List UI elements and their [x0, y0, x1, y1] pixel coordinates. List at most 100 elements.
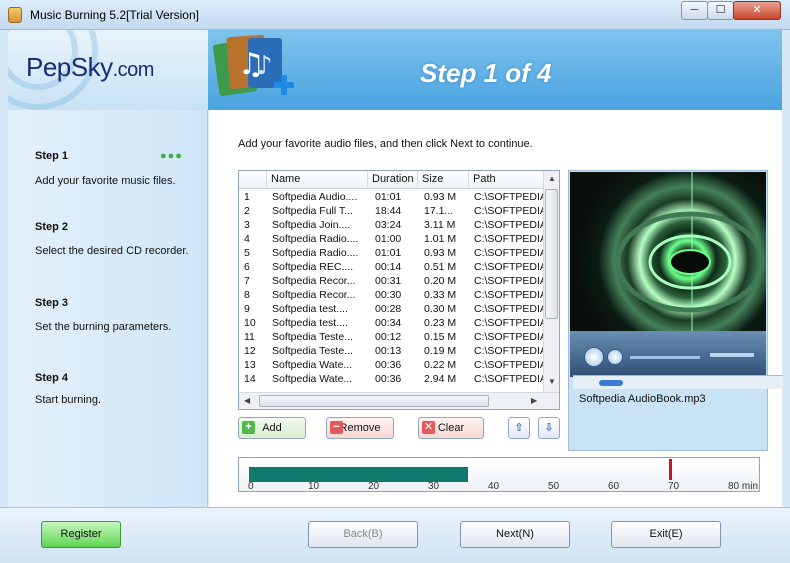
- close-button[interactable]: ✕: [733, 1, 781, 20]
- column-header-name[interactable]: Name: [267, 171, 368, 189]
- column-header-size[interactable]: Size: [418, 171, 469, 189]
- register-button[interactable]: Register: [41, 521, 121, 548]
- table-row[interactable]: 1 Softpedia Audio.... 01:01 0.93 M C:\SOFTPE…: [239, 190, 545, 204]
- table-row[interactable]: 9 Softpedia test.... 00:28 0.30 M C:\SOFTPED…: [239, 302, 545, 316]
- row-index: 11: [244, 331, 255, 343]
- audio-file-list[interactable]: Name Duration Size Path 1 Softpedia Audio…: [238, 170, 560, 410]
- horizontal-scrollbar[interactable]: ◀ ▶: [239, 392, 559, 409]
- file-size: 0.19 M: [424, 345, 457, 357]
- row-index: 3: [244, 219, 250, 231]
- table-row[interactable]: 4 Softpedia Radio.... 01:00 1.01 M C:\SOFTPE…: [239, 232, 545, 246]
- table-row[interactable]: 6 Softpedia REC.... 00:14 0.51 M C:\SOFTPEDI…: [239, 260, 545, 274]
- table-row[interactable]: 2 Softpedia Full T... 18:44 17.1... C:\SOFTP…: [239, 204, 545, 218]
- scroll-left-icon[interactable]: ◀: [244, 396, 250, 405]
- horizontal-scroll-thumb[interactable]: [259, 395, 489, 407]
- column-header-duration[interactable]: Duration: [368, 171, 418, 189]
- next-button[interactable]: Next(N): [460, 521, 570, 548]
- file-duration: 00:36: [375, 359, 402, 371]
- table-row[interactable]: 7 Softpedia Recor... 00:31 0.20 M C:\SOFTPED…: [239, 274, 545, 288]
- table-row[interactable]: 10 Softpedia test.... 00:34 0.23 M C:\SOFTPE…: [239, 316, 545, 330]
- header-banner: PepSky.com ♫ ♪ Step 1 of 4: [8, 30, 782, 110]
- file-name: Softpedia test....: [272, 303, 348, 315]
- scroll-down-icon[interactable]: ▼: [548, 377, 556, 386]
- table-row[interactable]: 13 Softpedia Wate... 00:36 0.22 M C:\SOFTPED…: [239, 358, 545, 372]
- window-title: Music Burning 5.2[Trial Version]: [30, 8, 199, 22]
- move-up-button[interactable]: ⇧: [508, 417, 530, 439]
- app-window: Music Burning 5.2[Trial Version] ─ ☐ ✕ P…: [0, 0, 790, 563]
- table-row[interactable]: 14 Softpedia Wate... 00:36 2.94 M C:\SOFTPED…: [239, 372, 545, 386]
- back-button[interactable]: Back(B): [308, 521, 418, 548]
- file-size: 0.93 M: [424, 191, 457, 203]
- media-preview: Softpedia AudioBook.mp3: [568, 170, 783, 451]
- stop-button[interactable]: [607, 349, 623, 365]
- remove-label: Remove: [339, 422, 381, 434]
- volume-slider[interactable]: [710, 353, 754, 357]
- minimize-button[interactable]: ─: [681, 1, 708, 20]
- file-size: 0.93 M: [424, 247, 457, 259]
- remove-icon: −: [330, 421, 343, 434]
- file-size: 17.1...: [424, 205, 454, 217]
- add-button[interactable]: + Add: [238, 417, 306, 439]
- step-4-title: Step 4: [35, 372, 69, 384]
- row-index: 4: [244, 233, 250, 245]
- row-index: 10: [244, 317, 256, 329]
- table-row[interactable]: 11 Softpedia Teste... 00:12 0.15 M C:\SOFTPE…: [239, 330, 545, 344]
- now-playing-file: Softpedia AudioBook.mp3: [579, 393, 706, 405]
- instruction-text: Add your favorite audio files, and then …: [238, 138, 533, 150]
- file-duration: 01:01: [375, 247, 402, 259]
- file-duration: 00:12: [375, 331, 402, 343]
- step-heading: Step 1 of 4: [420, 58, 552, 88]
- file-size: 0.33 M: [424, 289, 457, 301]
- file-path: C:\SOFTPEDIA: [474, 373, 544, 385]
- vertical-scroll-thumb[interactable]: [545, 189, 558, 319]
- play-button[interactable]: [584, 347, 604, 367]
- clear-icon: ✕: [422, 421, 435, 434]
- logo-main: PepSky: [26, 52, 113, 82]
- column-header-path[interactable]: Path: [469, 171, 545, 189]
- row-index: 9: [244, 303, 250, 315]
- table-row[interactable]: 5 Softpedia Radio.... 01:01 0.93 M C:\SOFTPE…: [239, 246, 545, 260]
- file-duration: 00:14: [375, 261, 402, 273]
- ruler-tick-label: 70: [668, 481, 680, 492]
- file-name: Softpedia Wate...: [272, 373, 353, 385]
- clear-button[interactable]: ✕ Clear: [418, 417, 484, 439]
- move-down-button[interactable]: ⇩: [538, 417, 560, 439]
- exit-button[interactable]: Exit(E): [611, 521, 721, 548]
- used-time-bar: [249, 467, 468, 482]
- file-size: 0.15 M: [424, 331, 457, 343]
- file-size: 0.22 M: [424, 359, 457, 371]
- vertical-scrollbar[interactable]: ▲ ▼: [543, 171, 559, 393]
- scroll-up-icon[interactable]: ▲: [548, 174, 556, 183]
- seek-track[interactable]: [630, 356, 700, 359]
- file-name: Softpedia Teste...: [272, 345, 353, 357]
- file-path: C:\SOFTPEDIA: [474, 191, 544, 203]
- table-row[interactable]: 8 Softpedia Recor... 00:30 0.33 M C:\SOFTPED…: [239, 288, 545, 302]
- scroll-right-icon[interactable]: ▶: [531, 396, 537, 405]
- table-row[interactable]: 3 Softpedia Join.... 03:24 3.11 M C:\SOFTPED…: [239, 218, 545, 232]
- progress-strip[interactable]: [573, 375, 783, 389]
- disc-capacity-ruler: 0 10 20 30 40 50 60 70 80 min: [238, 457, 760, 492]
- wizard-footer: Register Back(B) Next(N) Exit(E): [0, 507, 790, 563]
- logo-suffix: .com: [112, 59, 155, 81]
- file-name: Softpedia Wate...: [272, 359, 353, 371]
- file-name: Softpedia REC....: [272, 261, 354, 273]
- step-1-title: Step 1: [35, 150, 69, 162]
- arrow-up-icon: ⇧: [514, 422, 524, 434]
- file-path: C:\SOFTPEDIA: [474, 261, 544, 273]
- file-name: Softpedia Full T...: [272, 205, 353, 217]
- ruler-tick-label: 10: [308, 481, 320, 492]
- clear-label: Clear: [437, 422, 465, 434]
- row-index: 1: [244, 191, 250, 203]
- file-path: C:\SOFTPEDIA: [474, 359, 544, 371]
- file-path: C:\SOFTPEDIA: [474, 303, 544, 315]
- progress-thumb[interactable]: [599, 380, 623, 386]
- row-index: 13: [244, 359, 256, 371]
- file-size: 0.23 M: [424, 317, 457, 329]
- ruler-tick-label: 20: [368, 481, 380, 492]
- ruler-tick-label: 30: [428, 481, 440, 492]
- file-name: Softpedia Audio....: [272, 191, 358, 203]
- table-row[interactable]: 12 Softpedia Teste... 00:13 0.19 M C:\SOFTPE…: [239, 344, 545, 358]
- remove-button[interactable]: − Remove: [326, 417, 394, 439]
- maximize-button[interactable]: ☐: [707, 1, 734, 20]
- row-index: 2: [244, 205, 250, 217]
